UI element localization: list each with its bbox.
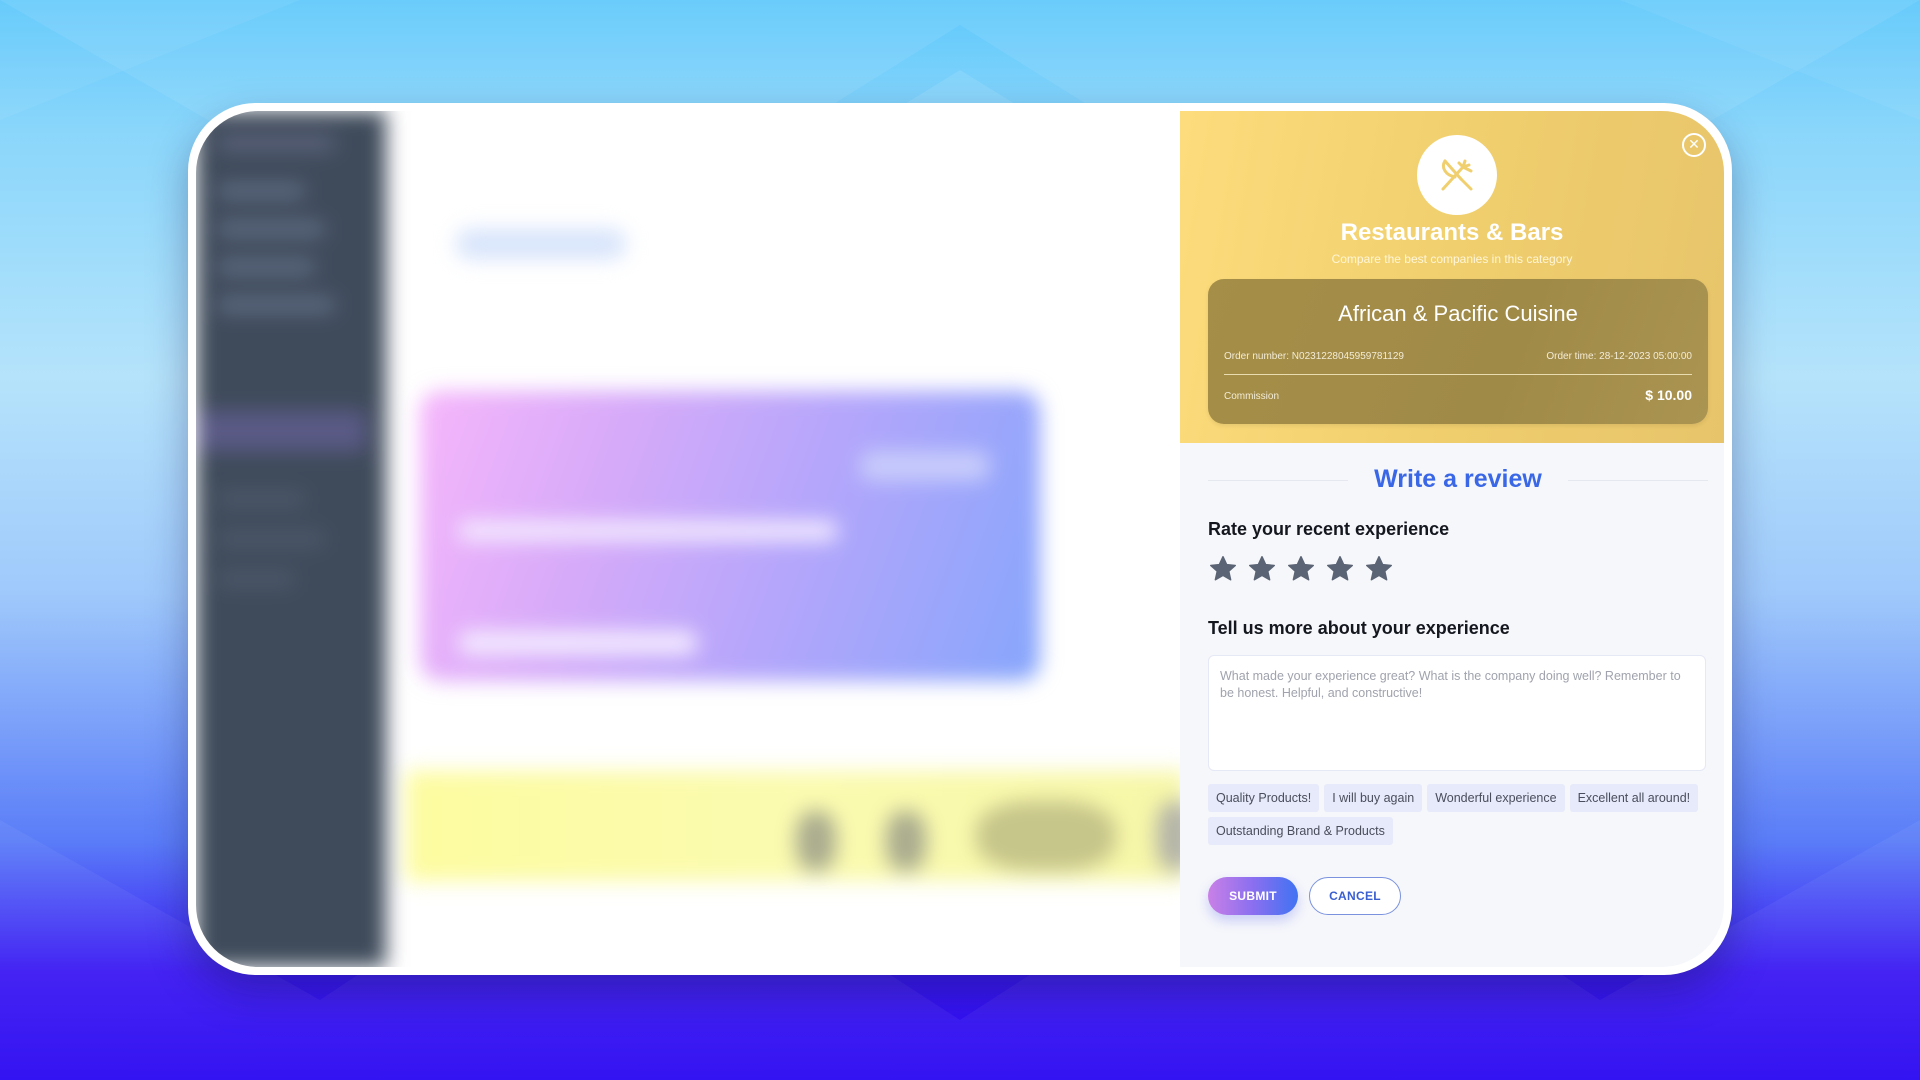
product-strip	[406, 771, 1196, 881]
submit-button[interactable]: SUBMIT	[1208, 877, 1298, 915]
sidebar-item	[216, 259, 316, 275]
star-rating[interactable]	[1208, 554, 1394, 584]
order-number: Order number: N0231228045959781129	[1224, 351, 1404, 362]
page-title-placeholder	[456, 229, 626, 259]
blurred-dashboard-backdrop	[196, 111, 1196, 967]
close-icon[interactable]: ✕	[1682, 133, 1706, 157]
promo-badge	[860, 451, 990, 481]
star-icon[interactable]	[1286, 554, 1316, 584]
order-divider	[1224, 374, 1692, 375]
sidebar-item	[216, 571, 296, 587]
quick-tag-chip[interactable]: Outstanding Brand & Products	[1208, 817, 1393, 845]
sidebar-item	[216, 183, 306, 199]
sidebar-item	[216, 491, 306, 507]
star-icon[interactable]	[1247, 554, 1277, 584]
rating-label: Rate your recent experience	[1208, 519, 1450, 539]
star-icon[interactable]	[1208, 554, 1238, 584]
category-subtitle: Compare the best companies in this categ…	[1331, 252, 1573, 266]
review-heading: Write a review	[1374, 465, 1542, 493]
product-thumb	[886, 811, 926, 871]
star-icon[interactable]	[1364, 554, 1394, 584]
quick-tag-chip[interactable]: Excellent all around!	[1569, 784, 1699, 812]
write-review-panel: ✕ Restaurants & Bars Compare the best co…	[1180, 111, 1724, 967]
quick-tag-chip[interactable]: Wonderful experience	[1427, 784, 1565, 812]
quick-tag-chip[interactable]: I will buy again	[1324, 784, 1423, 812]
commission-value: $ 10.00	[1645, 387, 1692, 403]
commission-label: Commission	[1224, 391, 1280, 402]
promo-button	[458, 631, 698, 655]
sidebar-item-active	[196, 411, 366, 451]
category-header: ✕ Restaurants & Bars Compare the best co…	[1180, 111, 1724, 443]
category-title: Restaurants & Bars	[1340, 219, 1564, 246]
sidebar	[196, 111, 386, 967]
details-label: Tell us more about your experience	[1208, 618, 1510, 638]
vendor-name: African & Pacific Cuisine	[1338, 301, 1578, 326]
app-screen: ✕ Restaurants & Bars Compare the best co…	[196, 111, 1724, 967]
quick-tags: Quality Products! I will buy again Wonderf…	[1208, 784, 1718, 845]
star-icon[interactable]	[1325, 554, 1355, 584]
quick-tag-chip[interactable]: Quality Products!	[1208, 784, 1320, 812]
utensils-icon	[1417, 135, 1497, 215]
sidebar-item	[216, 221, 326, 237]
sidebar-logo	[216, 135, 336, 151]
review-heading-section: Write a review	[1208, 465, 1708, 495]
product-thumb	[976, 801, 1116, 871]
promo-text	[458, 521, 838, 541]
review-textarea[interactable]	[1208, 655, 1706, 771]
order-summary-card: African & Pacific Cuisine Order number: …	[1208, 279, 1708, 424]
product-thumb	[796, 811, 836, 871]
cancel-button[interactable]: CANCEL	[1309, 877, 1401, 915]
order-time: Order time: 28-12-2023 05:00:00	[1546, 351, 1692, 362]
sidebar-item	[216, 297, 336, 313]
promo-card	[420, 391, 1040, 681]
sidebar-item	[216, 531, 326, 547]
